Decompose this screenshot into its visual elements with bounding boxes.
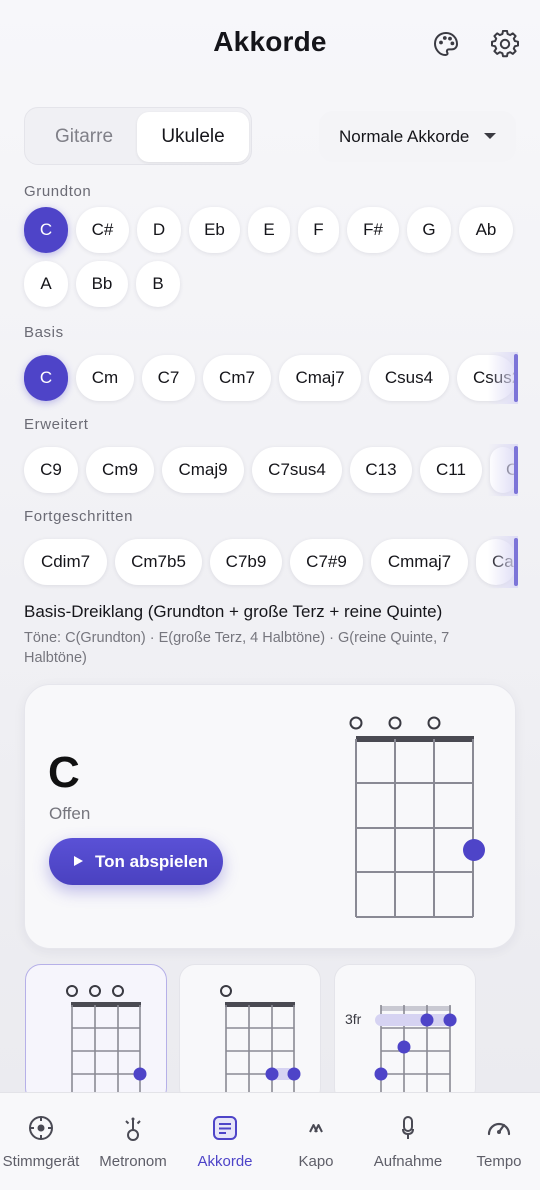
nut xyxy=(356,736,474,742)
open-string-marker xyxy=(349,716,363,730)
section-label-fortgeschritten: Fortgeschritten xyxy=(24,508,134,525)
root-chip-bb[interactable]: Bb xyxy=(76,261,128,307)
basis-chip-cm7[interactable]: Cm7 xyxy=(203,355,271,401)
microphone-icon xyxy=(393,1113,423,1143)
chord-diagram xyxy=(349,716,485,918)
ext-chip-partial[interactable]: C xyxy=(490,447,516,493)
fret-position-label: 3fr xyxy=(345,1011,362,1027)
ext-chip-c11[interactable]: C11 xyxy=(420,447,482,493)
chevron-down-icon xyxy=(484,133,496,139)
basis-chip-csus4[interactable]: Csus4 xyxy=(369,355,449,401)
root-chip-e[interactable]: E xyxy=(248,207,290,253)
bottom-navigation: Stimmgerät Metronom Akkorde Kapo Aufnahm… xyxy=(0,1092,540,1190)
root-chip-csharp[interactable]: C# xyxy=(76,207,129,253)
variant-card-1[interactable] xyxy=(25,964,167,1104)
scroll-edge xyxy=(514,538,518,586)
tab-ukulele[interactable]: Ukulele xyxy=(137,112,249,162)
section-label-grundton: Grundton xyxy=(24,183,92,200)
section-label-basis: Basis xyxy=(24,324,64,341)
root-chip-eb[interactable]: Eb xyxy=(189,207,240,253)
basis-chip-csus2[interactable]: Csus2 xyxy=(457,355,516,401)
finger-dot xyxy=(463,839,485,861)
ext-chip-cmaj9[interactable]: Cmaj9 xyxy=(162,447,244,493)
variant-diagram xyxy=(220,985,301,1095)
chord-tones: Töne: C(Grundton) · E(große Terz, 4 Halb… xyxy=(24,630,450,666)
nav-label: Kapo xyxy=(298,1153,334,1170)
nav-item-metronom[interactable]: Metronom xyxy=(92,1093,174,1190)
app-header: Akkorde xyxy=(0,0,540,90)
instrument-toggle: Gitarre Ukulele xyxy=(24,107,252,165)
root-chip-b[interactable]: B xyxy=(136,261,180,307)
tuner-icon xyxy=(26,1113,56,1143)
nav-item-tempo[interactable]: Tempo xyxy=(464,1093,534,1190)
ext-chip-c9[interactable]: C9 xyxy=(24,447,78,493)
chord-type-value: Normale Akkorde xyxy=(339,126,470,146)
metronome-icon xyxy=(118,1113,148,1143)
nav-item-kapo[interactable]: Kapo xyxy=(276,1093,356,1190)
gear-icon[interactable] xyxy=(489,28,521,60)
nav-label: Tempo xyxy=(476,1153,522,1170)
variant-card-3[interactable]: 3fr xyxy=(334,964,476,1104)
basis-chip-cm[interactable]: Cm xyxy=(76,355,134,401)
variant-diagram xyxy=(66,985,147,1095)
root-chip-ab[interactable]: Ab xyxy=(459,207,513,253)
adv-chip-partial[interactable]: Cal xyxy=(476,539,516,585)
palette-icon[interactable] xyxy=(430,28,462,60)
adv-chip-cdim7[interactable]: Cdim7 xyxy=(24,539,107,585)
ext-chip-c13[interactable]: C13 xyxy=(350,447,412,493)
chord-voicing-type: Offen xyxy=(49,804,91,823)
root-chip-d[interactable]: D xyxy=(137,207,181,253)
basis-chip-cmaj7[interactable]: Cmaj7 xyxy=(279,355,361,401)
scroll-edge xyxy=(514,446,518,494)
play-button-label: Ton abspielen xyxy=(95,851,209,871)
nav-label: Akkorde xyxy=(197,1153,253,1170)
speedometer-icon xyxy=(484,1113,514,1143)
open-string-marker xyxy=(388,716,402,730)
nav-label: Aufnahme xyxy=(373,1153,443,1170)
root-chip-c[interactable]: C xyxy=(24,207,68,253)
nav-label: Metronom xyxy=(99,1153,167,1170)
root-chip-g[interactable]: G xyxy=(407,207,451,253)
basis-chip-c[interactable]: C xyxy=(24,355,68,401)
adv-chip-cmmaj7[interactable]: Cmmaj7 xyxy=(371,539,468,585)
adv-chip-c7b9[interactable]: C7b9 xyxy=(210,539,282,585)
basis-chip-c7[interactable]: C7 xyxy=(142,355,195,401)
root-chip-a[interactable]: A xyxy=(24,261,68,307)
root-chip-fsharp[interactable]: F# xyxy=(347,207,399,253)
nav-item-stimmgeraet[interactable]: Stimmgerät xyxy=(0,1093,82,1190)
adv-chip-c7sharp9[interactable]: C7#9 xyxy=(290,539,363,585)
variant-diagram xyxy=(374,1005,457,1095)
nav-item-aufnahme[interactable]: Aufnahme xyxy=(366,1093,450,1190)
chord-description: Basis-Dreiklang (Grundton + große Terz +… xyxy=(24,602,443,621)
capo-icon xyxy=(301,1113,331,1143)
tab-gitarre[interactable]: Gitarre xyxy=(29,112,139,162)
chords-icon xyxy=(210,1113,240,1143)
ext-chip-c7sus4[interactable]: C7sus4 xyxy=(252,447,342,493)
open-string-marker xyxy=(427,716,441,730)
chord-name: C xyxy=(48,748,80,797)
play-icon xyxy=(74,856,83,866)
nav-label: Stimmgerät xyxy=(2,1153,80,1170)
root-chip-f[interactable]: F xyxy=(298,207,339,253)
chord-type-dropdown[interactable]: Normale Akkorde xyxy=(319,111,516,162)
nav-item-akkorde[interactable]: Akkorde xyxy=(184,1093,266,1190)
adv-chip-cm7b5[interactable]: Cm7b5 xyxy=(115,539,202,585)
variant-card-2[interactable] xyxy=(179,964,321,1104)
ext-chip-cm9[interactable]: Cm9 xyxy=(86,447,154,493)
scroll-edge xyxy=(514,354,518,402)
section-label-erweitert: Erweitert xyxy=(24,416,89,433)
play-sound-button[interactable]: Ton abspielen xyxy=(49,838,223,885)
